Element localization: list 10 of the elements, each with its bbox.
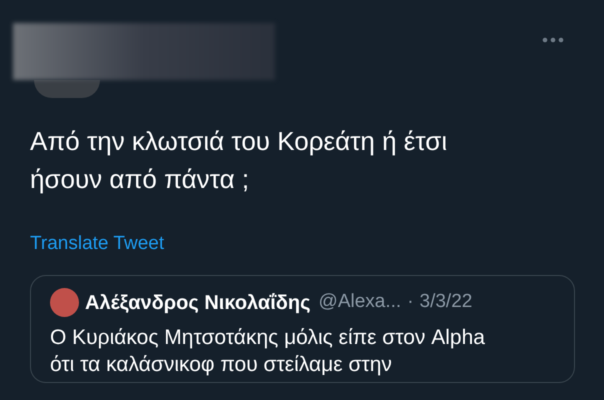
translate-tweet-link[interactable]: Translate Tweet	[30, 230, 164, 258]
quoted-tweet-card[interactable]: Αλέξανδρος Νικολαΐδης @Alexa... · 3/3/22 Ο Κυριάκος Μητσοτάκης μόλις είπε στον Alpha ότι τα καλάσνικοφ που στείλαμε στην	[30, 274, 575, 382]
separator: ·	[407, 290, 414, 314]
tweet-date: 3/3/22	[420, 290, 472, 314]
author-handle: @Alexa...	[318, 290, 402, 314]
avatar-placeholder	[50, 288, 79, 317]
more-options-icon[interactable]	[542, 37, 564, 43]
author-name: Αλέξανδρος Νικολαΐδης	[85, 290, 311, 316]
quoted-tweet-text: Ο Κυριάκος Μητσοτάκης μόλις είπε στον Alpha ότι τα καλάσνικοφ που στείλαμε στην	[50, 324, 486, 378]
tweet-text: Από την κλωτσιά του Κορεάτη ή έτσι ήσουν από πάντα ;	[29, 125, 448, 196]
